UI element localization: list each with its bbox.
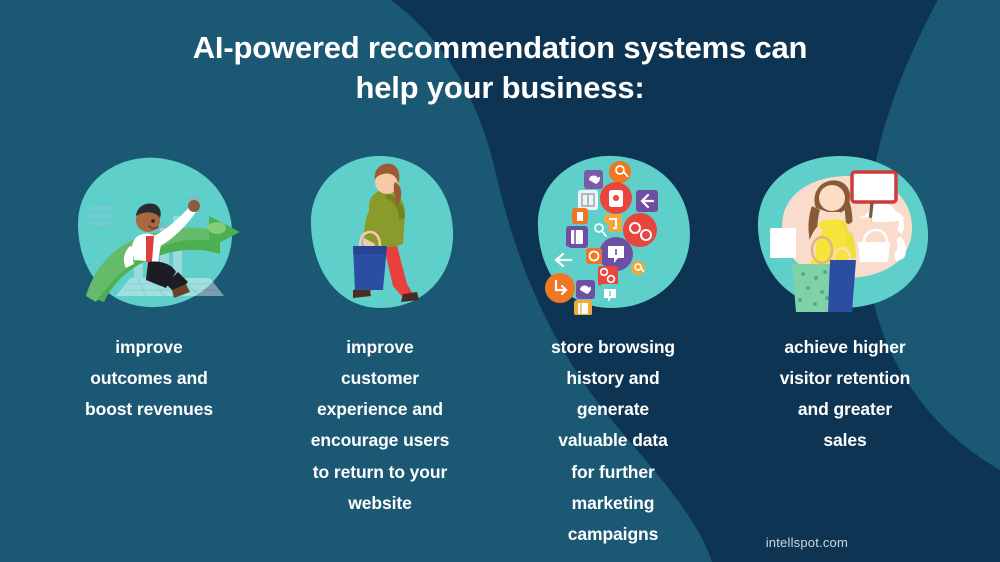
fashion-shopper-woman-illustration: [730, 150, 960, 315]
benefit-column-achieve-higher-retention: achieve higher visitor retention and gre…: [730, 150, 960, 457]
benefit-caption: store browsing history and generate valu…: [550, 337, 676, 544]
benefit-column-store-browsing-history: store browsing history and generate valu…: [498, 150, 728, 550]
benefit-caption: achieve higher visitor retention and gre…: [779, 337, 911, 451]
scattered-app-icons-cluster-illustration: [498, 150, 728, 315]
benefit-caption: improve outcomes and boost revenues: [85, 337, 213, 420]
infographic-canvas: AI-powered recommendation systems can he…: [0, 0, 1000, 562]
businessman-riding-growth-arrow-illustration: [34, 150, 264, 315]
page-title: AI-powered recommendation systems can he…: [192, 30, 808, 106]
benefit-column-improve-customer-experience: improve customer experience and encourag…: [265, 150, 495, 519]
benefit-column-improve-outcomes: improve outcomes and boost revenues: [34, 150, 264, 425]
site-watermark: intellspot.com: [765, 535, 848, 550]
woman-walking-with-shopping-bag-illustration: [265, 150, 495, 315]
benefit-caption: improve customer experience and encourag…: [310, 337, 450, 513]
